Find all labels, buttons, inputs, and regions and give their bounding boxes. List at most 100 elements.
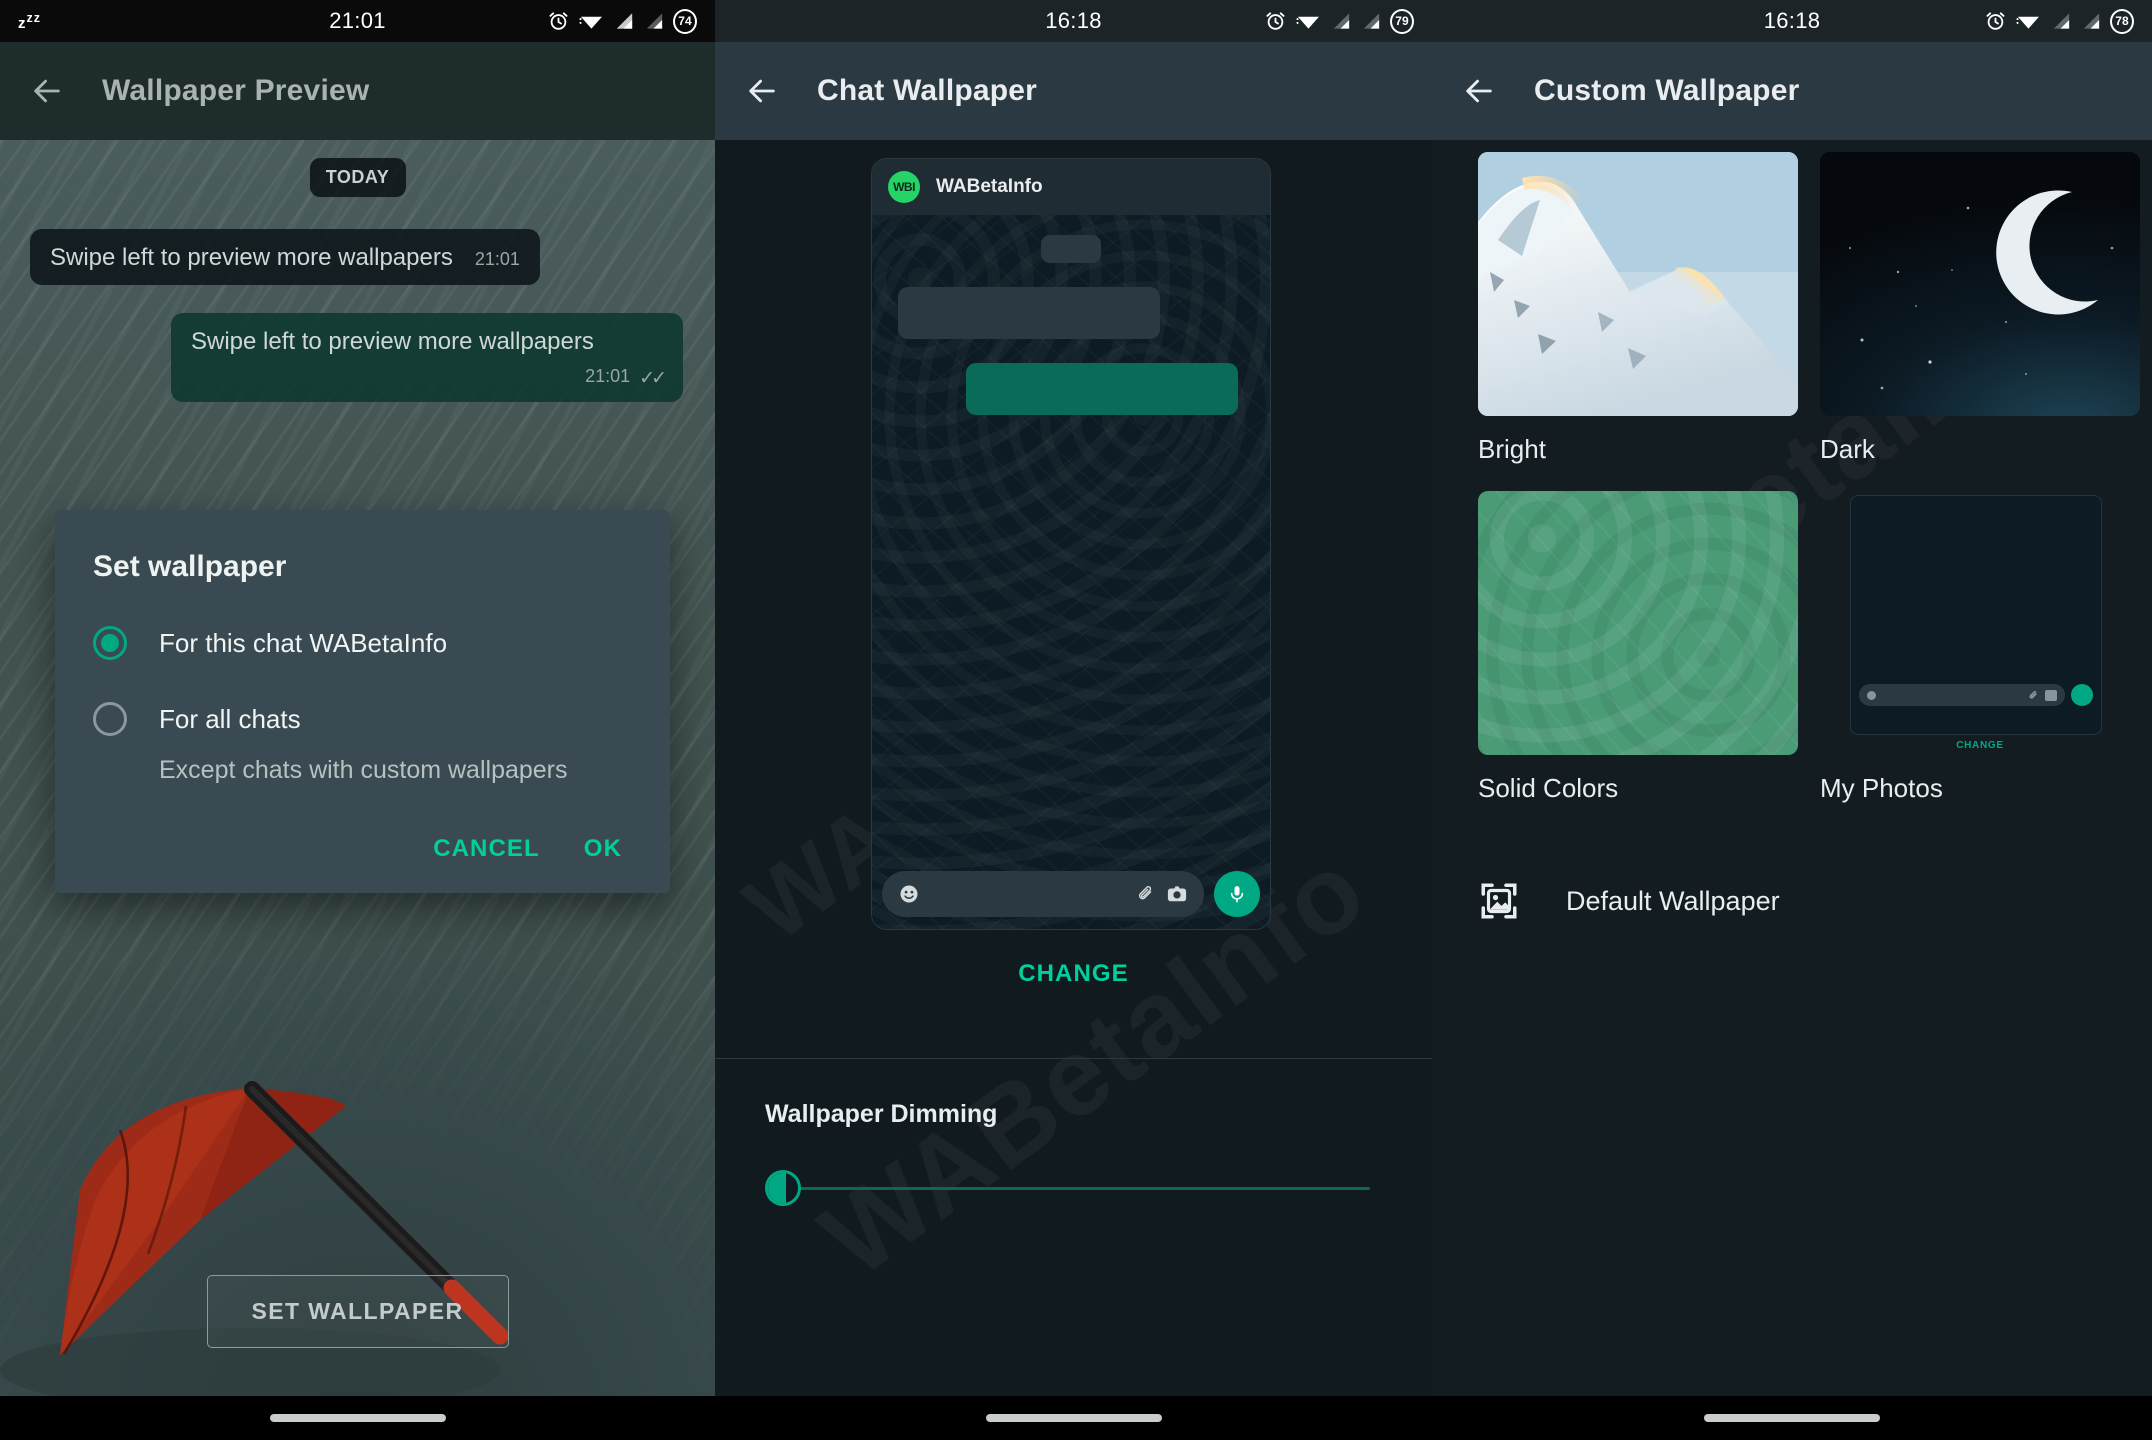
dialog-title: Set wallpaper [93,550,287,583]
avatar: WBI [888,171,920,203]
wallpaper-option-dark[interactable]: Dark [1820,152,2140,465]
emoji-icon [900,885,918,903]
slider-track [787,1186,1370,1190]
wallpaper-option-bright[interactable]: Bright [1478,152,1798,465]
alarm-icon [549,12,568,30]
wallpaper-option-solid-colors[interactable]: Solid Colors [1478,491,1798,804]
status-bar-right: 78 [1984,8,2134,34]
set-wallpaper-button[interactable]: SET WALLPAPER [206,1275,509,1348]
wallpaper-options-grid: Bright Dark Solid Colors CHANGE My Photo… [1478,152,2140,830]
wallpaper-preview-mockup[interactable]: WBI WABetaInfo [871,158,1271,930]
radio-button-unselected-icon[interactable] [93,702,127,736]
alarm-icon [1266,12,1285,30]
battery-level: 74 [678,14,692,28]
panel-chat-wallpaper: WABetaInfo WABetaInfo 16:18 [715,0,1432,1440]
my-photos-thumbnail[interactable]: CHANGE [1820,491,2140,755]
wallpaper-dimming-slider[interactable] [765,1162,1370,1214]
radio-option-this-chat[interactable]: For this chat WABetaInfo [55,584,670,660]
dialog-actions: CANCEL OK [55,785,670,875]
signal-icon [2053,13,2069,29]
battery-level: 78 [2115,14,2129,28]
set-wallpaper-dialog: Set wallpaper For this chat WABetaInfo F… [55,510,670,893]
app-bar: Custom Wallpaper [1432,42,2152,140]
dark-thumbnail[interactable] [1820,152,2140,416]
default-wallpaper-row[interactable]: Default Wallpaper [1478,880,1780,922]
page-title: Custom Wallpaper [1534,74,1800,107]
message-text: Swipe left to preview more wallpapers [50,244,453,271]
status-bar: 16:18 78 [1432,0,2152,42]
delivery-ticks-icon: ✓✓ [639,367,667,389]
mic-icon [1230,886,1244,903]
wallpaper-option-label: Dark [1820,434,1875,464]
battery-indicator: 79 [1389,8,1414,34]
app-bar: Chat Wallpaper [715,42,1432,140]
radio-option-label: For all chats [159,703,301,734]
mini-input-bar [1859,684,2093,706]
default-wallpaper-label: Default Wallpaper [1566,885,1780,916]
attach-icon [2029,690,2037,699]
wallpaper-option-my-photos[interactable]: CHANGE My Photos [1820,491,2140,804]
wallpaper-grid-row: Bright Dark [1478,152,2140,465]
back-arrow-icon[interactable] [30,74,64,108]
signal-icon [2083,13,2099,29]
red-umbrella-art [0,1081,509,1400]
message-time: 21:01 [474,249,520,269]
mini-mic-button [2071,684,2093,706]
placeholder-date-pill [1041,235,1101,263]
emoji-icon [1867,690,1876,700]
mini-change-label: CHANGE [1956,740,2004,751]
mockup-mic-button [1214,871,1260,917]
mockup-message-field [882,871,1204,917]
camera-icon [2045,689,2057,701]
change-wallpaper-button[interactable]: CHANGE [715,960,1432,988]
gesture-pill[interactable] [1704,1414,1880,1422]
page-title: Chat Wallpaper [817,74,1038,107]
wifi-icon [2016,16,2039,29]
back-arrow-icon[interactable] [745,74,779,108]
radio-option-label: For this chat WABetaInfo [159,627,448,658]
wallpaper-option-label: Bright [1478,434,1546,464]
status-bar: zzz 21:01 74 [0,0,715,42]
status-bar-clock: 21:01 [329,8,386,33]
chat-messages: TODAY Swipe left to preview more wallpap… [0,150,715,402]
wallpaper-grid-row: Solid Colors CHANGE My Photos [1478,491,2110,804]
panel-wallpaper-preview: zzz 21:01 74 Wallpaper Preview TODAY Swi… [0,0,715,1440]
back-arrow-icon[interactable] [1462,74,1496,108]
message-meta-row: 21:01 ✓✓ [191,366,667,390]
message-bubble-outgoing[interactable]: Swipe left to preview more wallpapers 21… [171,313,683,402]
gesture-pill[interactable] [985,1414,1162,1422]
panel-custom-wallpaper: WABetaInfo 16:18 [1432,0,2152,1440]
ok-button[interactable]: OK [584,835,622,863]
attach-icon [1138,886,1152,900]
status-bar: 16:18 79 [715,0,1432,42]
mini-phone-mockup [1850,495,2102,735]
screenshot-root: zzz 21:01 74 Wallpaper Preview TODAY Swi… [0,0,2152,1440]
radio-option-sublabel: Except chats with custom wallpapers [159,756,568,784]
camera-icon [1167,886,1187,902]
signal-icon [616,13,632,29]
status-bar-left: zzz [18,11,168,32]
bright-thumbnail[interactable] [1478,152,1798,416]
message-bubble-incoming[interactable]: Swipe left to preview more wallpapers 21… [30,229,540,285]
cancel-button[interactable]: CANCEL [433,835,540,863]
radio-button-selected-icon[interactable] [93,626,127,660]
solid-colors-thumbnail[interactable] [1478,491,1798,755]
alarm-icon [1986,12,2005,30]
wifi-icon [1296,16,1319,29]
status-bar-clock: 16:18 [1763,8,1821,33]
signal-icon [1363,13,1379,29]
status-bar-right: 79 [1264,8,1414,34]
message-text: Swipe left to preview more wallpapers [191,328,594,355]
signal-icon [1333,13,1349,29]
signal-icon [646,13,662,29]
mockup-chat-body [872,215,1270,929]
battery-level: 79 [1395,14,1409,28]
placeholder-bubble-incoming [898,287,1160,339]
contact-name: WABetaInfo [936,176,1043,197]
gesture-pill[interactable] [269,1414,446,1422]
message-time: 21:01 [585,366,631,386]
battery-indicator: 78 [2109,8,2134,34]
brightness-moon-icon[interactable] [765,1170,801,1206]
radio-option-all-chats[interactable]: For all chats [55,660,670,736]
status-bar-right: 74 [547,8,697,34]
